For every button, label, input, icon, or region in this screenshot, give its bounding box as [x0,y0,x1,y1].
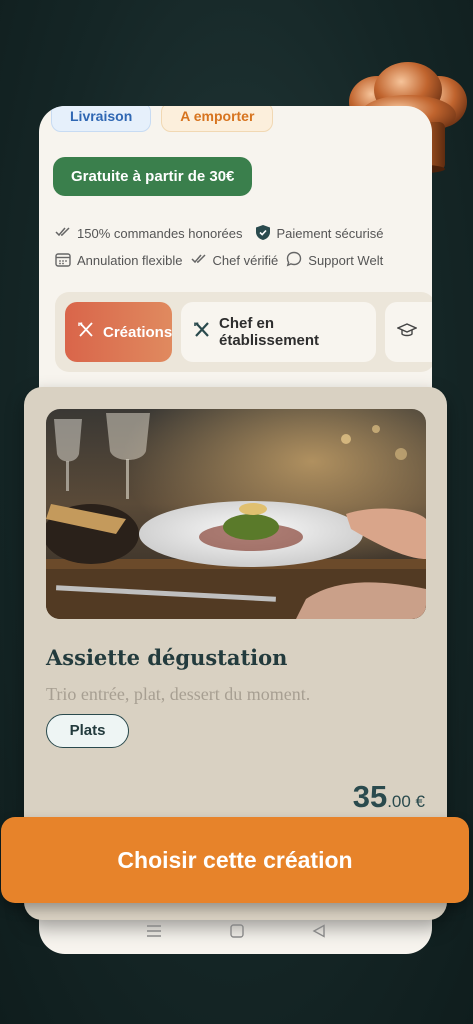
feature-cancellation: Annulation flexible [55,252,183,270]
free-delivery-badge: Gratuite à partir de 30€ [53,157,253,196]
utensils-cross-icon [77,321,95,343]
chat-bubble-icon [286,251,302,270]
price: 35.00 € [353,779,425,815]
service-mode-row: Livraison A emporter [51,106,274,132]
feature-payment: Paiement sécurisé [255,224,383,244]
home-icon[interactable] [229,923,244,943]
calendar-icon [55,252,71,270]
double-check-icon [191,253,207,268]
utensils-cross-icon [193,321,211,343]
back-icon[interactable] [312,923,326,943]
feature-chef-verified: Chef vérifié [191,253,278,268]
double-check-icon [55,226,71,241]
feature-support: Support Welt [286,251,383,270]
graduation-cap-icon [396,322,418,342]
tab-chef-in-establishment[interactable]: Chef en établissement [181,302,376,362]
category-tabs: Créations Chef en établissement [55,292,432,372]
choose-creation-button[interactable]: Choisir cette création [1,817,469,903]
system-nav-bar [39,918,432,948]
dish-title: Assiette dégustation [46,645,288,670]
feature-orders: 150% commandes honorées [55,226,243,241]
shield-icon [255,224,271,244]
tab-courses[interactable] [385,302,432,362]
category-tag[interactable]: Plats [46,714,129,748]
tab-creations[interactable]: Créations [65,302,172,362]
price-integer: 35 [352,779,388,814]
price-decimal: .00 € [387,792,425,811]
dish-description: Trio entrée, plat, dessert du moment. [46,684,311,704]
delivery-option[interactable]: Livraison [51,106,152,132]
dish-photo [46,409,426,619]
features-list: 150% commandes honorées Paiement sécuris… [55,220,425,274]
takeaway-option[interactable]: A emporter [161,106,274,132]
menu-icon[interactable] [146,924,162,943]
